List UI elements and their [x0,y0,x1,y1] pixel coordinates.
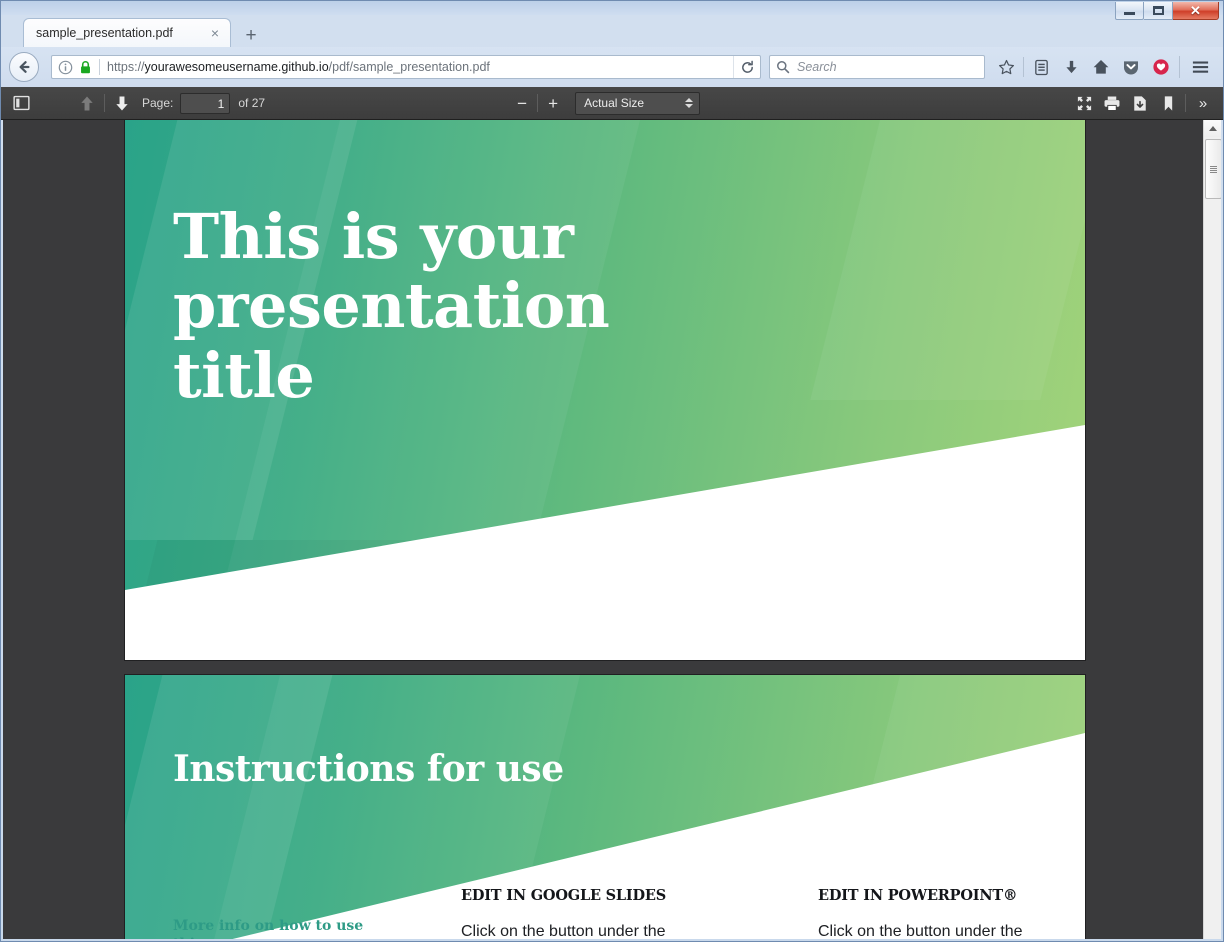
url-text: https://yourawesomeusername.github.io/pd… [107,60,733,74]
page-number-input[interactable]: 1 [180,92,231,114]
page-label: Page: [142,96,174,110]
column-heading: EDIT IN GOOGLE SLIDES [461,887,667,904]
pdf-toolbar: Page: 1 of 27 − + Actual Size » [1,87,1223,120]
toolbar-separator [1185,94,1186,112]
library-button[interactable] [1026,53,1056,81]
chevron-up-icon [1208,126,1217,131]
previous-page-button[interactable] [73,91,101,116]
scroll-up-button[interactable] [1204,120,1221,137]
column-body: Click on the button under the [818,923,1023,939]
more-tools-icon: » [1198,94,1208,112]
column-body: Click on the button under the [461,923,666,939]
page-count-label: of 27 [238,96,266,110]
reload-button[interactable] [733,56,760,78]
url-scheme: https:// [107,60,145,74]
search-bar[interactable]: Search [769,55,985,79]
download-button[interactable] [1126,91,1154,116]
slide-2-title: Instructions for use [173,748,564,790]
pocket-icon [1124,61,1138,75]
print-button[interactable] [1098,91,1126,116]
tab-sample-presentation[interactable]: sample_presentation.pdf × [23,18,231,47]
library-icon [1034,59,1048,75]
toolbar-separator [104,94,105,112]
pdf-viewer: This is your presentation title Instruct… [3,120,1221,939]
scrollbar-grip-icon [1210,165,1217,173]
tab-strip: sample_presentation.pdf × + [1,15,1223,47]
home-icon [1093,60,1109,74]
navigation-toolbar: https://yourawesomeusername.github.io/pd… [1,47,1223,87]
firefox-account-button[interactable] [1146,53,1176,81]
url-host: yourawesomeusername.github.io [144,60,329,74]
sidebar-toggle-button[interactable] [7,91,35,116]
downloads-button[interactable] [1056,53,1086,81]
bookmark-star-button[interactable] [991,53,1021,81]
lock-icon[interactable] [79,60,92,75]
title-bar: ✕ [1,1,1223,20]
menu-button[interactable] [1185,53,1215,81]
menu-separator [1179,56,1180,78]
home-button[interactable] [1086,53,1116,81]
bookmark-button[interactable] [1154,91,1182,116]
reload-icon [741,60,753,73]
vertical-scrollbar[interactable] [1203,120,1221,939]
toolbar-separator [1023,57,1024,77]
next-page-icon [116,96,128,110]
bookmark-star-icon [998,59,1014,74]
previous-page-icon [81,96,93,110]
slide-2: Instructions for use More info on how to… [125,675,1085,939]
next-page-button[interactable] [108,91,136,116]
slide-2-more-info-link[interactable]: More info on how to use this [173,917,373,939]
zoom-out-button[interactable]: − [510,91,534,115]
browser-window: ✕ sample_presentation.pdf × + https://yo… [0,0,1224,942]
zoom-controls: − + Actual Size [510,91,701,115]
more-tools-button[interactable]: » [1189,91,1217,116]
chevron-updown-icon [685,98,694,108]
menu-icon [1192,61,1208,73]
pocket-button[interactable] [1116,53,1146,81]
firefox-account-icon [1153,59,1169,75]
zoom-in-button[interactable]: + [541,91,565,115]
downloads-icon [1065,60,1077,73]
back-button[interactable] [9,52,39,82]
new-tab-button[interactable]: + [239,24,263,46]
url-divider [99,59,100,75]
pdf-page-1: This is your presentation title [125,120,1085,660]
back-arrow-icon [19,61,30,73]
slide-1-title: This is your presentation title [173,200,610,412]
pdf-page-2: Instructions for use More info on how to… [125,675,1085,939]
bookmark-icon [1164,95,1172,111]
restore-icon [1152,6,1164,15]
tab-title: sample_presentation.pdf [36,26,173,40]
zoom-level-value: Actual Size [584,96,645,110]
search-placeholder: Search [797,60,837,74]
scrollbar-thumb[interactable] [1205,139,1221,199]
zoom-separator [537,94,539,112]
tab-close-icon[interactable]: × [206,24,224,42]
toolbar-buttons [991,53,1215,81]
search-icon [777,61,790,74]
slide-2-column-powerpoint: EDIT IN POWERPOINT® Click on the button … [818,887,1065,939]
address-bar[interactable]: https://yourawesomeusername.github.io/pd… [51,55,761,79]
url-path: /pdf/sample_presentation.pdf [328,60,490,74]
presentation-mode-icon [1077,96,1091,110]
column-heading: EDIT IN POWERPOINT® [818,887,1018,904]
download-icon [1134,95,1146,111]
slide-2-columns: EDIT IN GOOGLE SLIDES Click on the butto… [461,887,1065,939]
pdf-pages-container: This is your presentation title Instruct… [3,120,1204,939]
sidebar-toggle-icon [12,95,30,111]
slide-1: This is your presentation title [125,120,1085,660]
info-icon[interactable] [58,60,73,75]
slide-2-column-google-slides: EDIT IN GOOGLE SLIDES Click on the butto… [461,887,708,939]
zoom-level-select[interactable]: Actual Size [575,91,701,115]
presentation-mode-button[interactable] [1070,91,1098,116]
identity-box[interactable] [58,60,92,75]
pdf-toolbar-right: » [1070,91,1217,116]
print-icon [1104,96,1120,111]
